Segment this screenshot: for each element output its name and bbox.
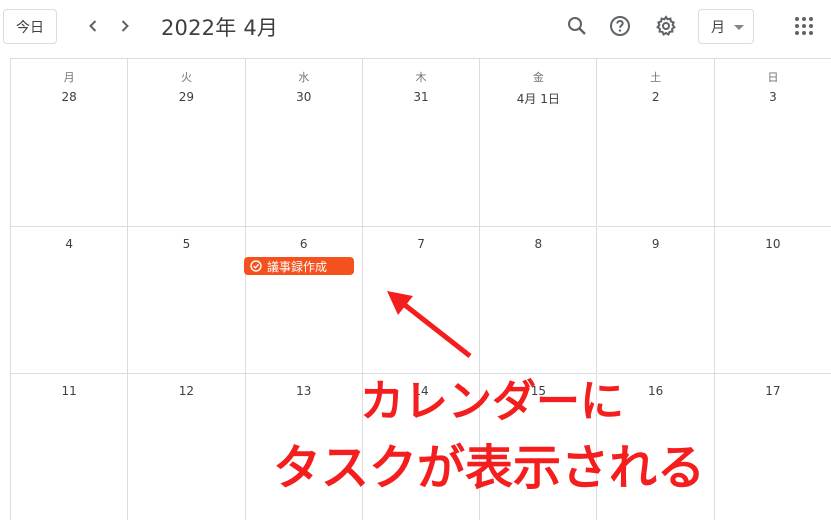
day-cell[interactable]: 土2	[597, 59, 715, 227]
help-button[interactable]	[607, 13, 633, 39]
weekday-label: 日	[767, 71, 779, 84]
day-number[interactable]: 29	[128, 90, 244, 104]
search-icon	[568, 17, 586, 35]
apps-dot	[795, 24, 799, 28]
calendar-header: 今日 2022年 4月 月	[0, 0, 831, 58]
day-cell[interactable]: 9	[597, 227, 715, 374]
task-check-icon	[250, 260, 262, 272]
weekday-label: 金	[532, 71, 544, 84]
day-number[interactable]: 31	[363, 90, 479, 104]
day-cell[interactable]: 6	[245, 227, 363, 374]
apps-dot	[809, 24, 813, 28]
day-cell[interactable]: 木 31	[362, 59, 481, 227]
apps-dot	[809, 31, 813, 35]
apps-dot	[795, 31, 799, 35]
chevron-left-icon	[89, 20, 97, 32]
caret-down-icon	[734, 25, 744, 30]
help-icon	[610, 16, 630, 36]
view-select-label: 月	[711, 19, 725, 36]
weekday-label: 木	[415, 71, 427, 84]
today-button[interactable]: 今日	[3, 9, 57, 44]
day-number[interactable]: 28	[11, 90, 127, 104]
day-cell[interactable]: 火 29	[128, 59, 246, 227]
prev-month-button[interactable]	[80, 13, 106, 39]
day-cell[interactable]: 11	[11, 374, 129, 520]
apps-dot	[795, 17, 799, 21]
day-number[interactable]: 17	[715, 384, 831, 398]
event-title: 議事録作成	[267, 259, 328, 274]
day-number[interactable]: 4	[11, 237, 127, 251]
day-cell[interactable]: 4	[11, 227, 129, 374]
day-number[interactable]: 12	[128, 384, 244, 398]
day-cell[interactable]: 5	[128, 227, 246, 374]
day-cell[interactable]: 日3	[714, 59, 831, 227]
next-month-button[interactable]	[112, 13, 138, 39]
apps-dot	[802, 17, 806, 21]
gear-icon	[656, 15, 676, 36]
view-select[interactable]: 月	[698, 9, 754, 44]
day-cell[interactable]: 12	[128, 374, 246, 520]
chevron-right-icon	[121, 20, 129, 32]
weekday-label: 水	[298, 71, 310, 84]
day-number[interactable]: 30	[246, 90, 362, 104]
day-number[interactable]: 13	[246, 384, 362, 398]
day-number[interactable]: 5	[128, 237, 244, 251]
day-number[interactable]: 10	[715, 237, 831, 251]
day-number[interactable]: 8	[480, 237, 596, 251]
settings-button[interactable]	[653, 13, 679, 39]
apps-button[interactable]	[791, 13, 817, 39]
day-cell[interactable]: 7	[362, 227, 481, 374]
day-cell[interactable]: 水 30	[245, 59, 363, 227]
calendar-task-event[interactable]: 議事録作成	[244, 257, 354, 275]
day-number[interactable]: 2	[598, 90, 714, 104]
search-button[interactable]	[564, 13, 590, 39]
weekday-label: 火	[180, 71, 192, 84]
day-number[interactable]: 3	[715, 90, 831, 104]
apps-dot	[802, 31, 806, 35]
day-cell[interactable]: 8	[480, 227, 598, 374]
day-number[interactable]: 11	[11, 384, 127, 398]
apps-dot	[802, 24, 806, 28]
apps-dot	[809, 17, 813, 21]
weekday-label: 月	[63, 71, 75, 84]
day-number[interactable]: 7	[363, 237, 479, 251]
month-title: 2022年 4月	[161, 16, 279, 40]
day-cell[interactable]: 17	[715, 374, 831, 520]
weekday-label: 土	[650, 71, 662, 84]
day-number[interactable]: 6	[246, 237, 362, 251]
day-cell[interactable]: 月 28	[11, 59, 129, 227]
annotation-line-2: タスクが表示される	[273, 440, 706, 496]
annotation-line-1: カレンダーに	[360, 376, 624, 427]
day-number[interactable]: 9	[598, 237, 714, 251]
day-cell[interactable]: 金 4月 1日	[480, 59, 598, 227]
day-cell[interactable]: 10	[714, 227, 831, 374]
day-number[interactable]: 4月 1日	[480, 90, 596, 107]
